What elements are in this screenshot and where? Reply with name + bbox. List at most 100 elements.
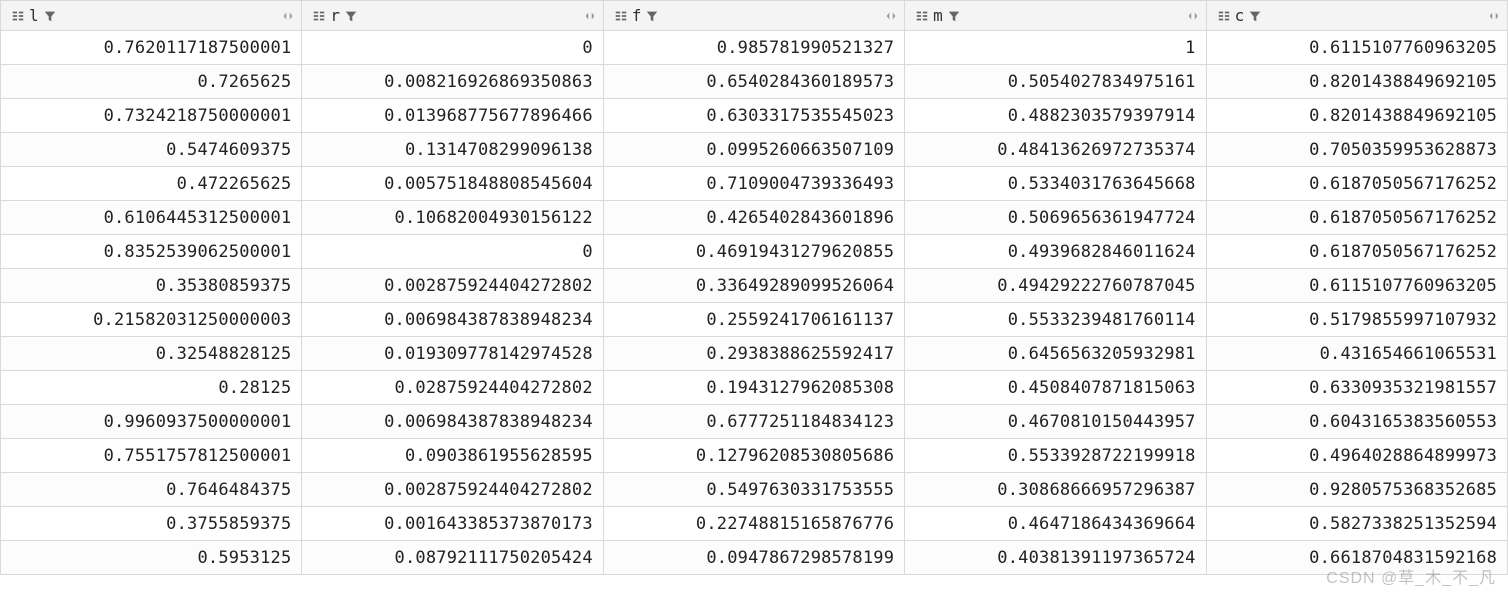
- cell[interactable]: 0.35380859375: [1, 269, 302, 303]
- cell[interactable]: 0.5069656361947724: [905, 201, 1206, 235]
- cell[interactable]: 0.2559241706161137: [603, 303, 904, 337]
- cell[interactable]: 0.5054027834975161: [905, 65, 1206, 99]
- table-row[interactable]: 0.353808593750.0028759244042728020.33649…: [1, 269, 1508, 303]
- cell[interactable]: 0.10682004930156122: [302, 201, 603, 235]
- cell[interactable]: 0.49429222760787045: [905, 269, 1206, 303]
- table-row[interactable]: 0.215820312500000030.0069843878389482340…: [1, 303, 1508, 337]
- table-row[interactable]: 0.281250.028759244042728020.194312796208…: [1, 371, 1508, 405]
- cell[interactable]: 0.006984387838948234: [302, 405, 603, 439]
- cell[interactable]: 0.4670810150443957: [905, 405, 1206, 439]
- cell[interactable]: 0.002875924404272802: [302, 269, 603, 303]
- cell[interactable]: 0.6187050567176252: [1206, 201, 1507, 235]
- cell[interactable]: 0.9960937500000001: [1, 405, 302, 439]
- cell[interactable]: 0.6187050567176252: [1206, 167, 1507, 201]
- cell[interactable]: 0.3755859375: [1, 507, 302, 541]
- column-resize-icon[interactable]: [1487, 9, 1501, 23]
- cell[interactable]: 0.32548828125: [1, 337, 302, 371]
- cell[interactable]: 0.8352539062500001: [1, 235, 302, 269]
- cell[interactable]: 0.7109004739336493: [603, 167, 904, 201]
- cell[interactable]: 0.5474609375: [1, 133, 302, 167]
- cell[interactable]: 0.7265625: [1, 65, 302, 99]
- cell[interactable]: 0.002875924404272802: [302, 473, 603, 507]
- table-row[interactable]: 0.54746093750.13147082990961380.09952606…: [1, 133, 1508, 167]
- cell[interactable]: 0.40381391197365724: [905, 541, 1206, 575]
- cell[interactable]: 0.7646484375: [1, 473, 302, 507]
- cell[interactable]: 0.9280575368352685: [1206, 473, 1507, 507]
- cell[interactable]: 0.4265402843601896: [603, 201, 904, 235]
- cell[interactable]: 0: [302, 235, 603, 269]
- cell[interactable]: 0.5533239481760114: [905, 303, 1206, 337]
- column-header-f[interactable]: f: [603, 1, 904, 31]
- cell[interactable]: 0.5533928722199918: [905, 439, 1206, 473]
- cell[interactable]: 0.7324218750000001: [1, 99, 302, 133]
- column-header-m[interactable]: m: [905, 1, 1206, 31]
- cell[interactable]: 0.472265625: [1, 167, 302, 201]
- table-row[interactable]: 0.61064453125000010.106820049301561220.4…: [1, 201, 1508, 235]
- cell[interactable]: 0.5334031763645668: [905, 167, 1206, 201]
- cell[interactable]: 0.8201438849692105: [1206, 99, 1507, 133]
- cell[interactable]: 0.006984387838948234: [302, 303, 603, 337]
- cell[interactable]: 0.6187050567176252: [1206, 235, 1507, 269]
- cell[interactable]: 0.08792111750205424: [302, 541, 603, 575]
- column-resize-icon[interactable]: [583, 9, 597, 23]
- cell[interactable]: 0.48413626972735374: [905, 133, 1206, 167]
- cell[interactable]: 0.008216926869350863: [302, 65, 603, 99]
- cell[interactable]: 0.6456563205932981: [905, 337, 1206, 371]
- table-row[interactable]: 0.37558593750.0016433853738701730.227488…: [1, 507, 1508, 541]
- cell[interactable]: 0.6303317535545023: [603, 99, 904, 133]
- table-row[interactable]: 0.4722656250.0057518488085456040.7109004…: [1, 167, 1508, 201]
- cell[interactable]: 0.7050359953628873: [1206, 133, 1507, 167]
- cell[interactable]: 0.6618704831592168: [1206, 541, 1507, 575]
- cell[interactable]: 0.46919431279620855: [603, 235, 904, 269]
- cell[interactable]: 0.5953125: [1, 541, 302, 575]
- cell[interactable]: 0.12796208530805686: [603, 439, 904, 473]
- table-row[interactable]: 0.762011718750000100.98578199052132710.6…: [1, 31, 1508, 65]
- cell[interactable]: 0.1314708299096138: [302, 133, 603, 167]
- cell[interactable]: 0.02875924404272802: [302, 371, 603, 405]
- filter-icon[interactable]: [645, 9, 659, 23]
- column-header-l[interactable]: l: [1, 1, 302, 31]
- column-header-r[interactable]: r: [302, 1, 603, 31]
- column-header-c[interactable]: c: [1206, 1, 1507, 31]
- table-row[interactable]: 0.325488281250.0193097781429745280.29383…: [1, 337, 1508, 371]
- table-row[interactable]: 0.75517578125000010.09038619556285950.12…: [1, 439, 1508, 473]
- column-resize-icon[interactable]: [281, 9, 295, 23]
- cell[interactable]: 0.5827338251352594: [1206, 507, 1507, 541]
- cell[interactable]: 0.019309778142974528: [302, 337, 603, 371]
- cell[interactable]: 0.5497630331753555: [603, 473, 904, 507]
- cell[interactable]: 0.1943127962085308: [603, 371, 904, 405]
- cell[interactable]: 0.985781990521327: [603, 31, 904, 65]
- cell[interactable]: 0.28125: [1, 371, 302, 405]
- column-resize-icon[interactable]: [884, 9, 898, 23]
- filter-icon[interactable]: [43, 9, 57, 23]
- cell[interactable]: 0.2938388625592417: [603, 337, 904, 371]
- cell[interactable]: 0.30868666957296387: [905, 473, 1206, 507]
- cell[interactable]: 0: [302, 31, 603, 65]
- table-row[interactable]: 0.76464843750.0028759244042728020.549763…: [1, 473, 1508, 507]
- cell[interactable]: 0.21582031250000003: [1, 303, 302, 337]
- cell[interactable]: 0.6540284360189573: [603, 65, 904, 99]
- cell[interactable]: 0.0947867298578199: [603, 541, 904, 575]
- cell[interactable]: 0.6115107760963205: [1206, 269, 1507, 303]
- cell[interactable]: 0.4882303579397914: [905, 99, 1206, 133]
- column-resize-icon[interactable]: [1186, 9, 1200, 23]
- cell[interactable]: 0.7620117187500001: [1, 31, 302, 65]
- cell[interactable]: 0.0903861955628595: [302, 439, 603, 473]
- filter-icon[interactable]: [344, 9, 358, 23]
- table-row[interactable]: 0.72656250.0082169268693508630.654028436…: [1, 65, 1508, 99]
- cell[interactable]: 0.6115107760963205: [1206, 31, 1507, 65]
- cell[interactable]: 0.6043165383560553: [1206, 405, 1507, 439]
- table-row[interactable]: 0.99609375000000010.0069843878389482340.…: [1, 405, 1508, 439]
- cell[interactable]: 0.4647186434369664: [905, 507, 1206, 541]
- cell[interactable]: 0.6330935321981557: [1206, 371, 1507, 405]
- cell[interactable]: 0.001643385373870173: [302, 507, 603, 541]
- cell[interactable]: 0.013968775677896466: [302, 99, 603, 133]
- cell[interactable]: 0.005751848808545604: [302, 167, 603, 201]
- table-row[interactable]: 0.835253906250000100.46919431279620855 0.…: [1, 235, 1508, 269]
- table-row[interactable]: 0.73242187500000010.0139687756778964660.…: [1, 99, 1508, 133]
- table-row[interactable]: 0.59531250.087921117502054240.0947867298…: [1, 541, 1508, 575]
- cell[interactable]: 0.6777251184834123: [603, 405, 904, 439]
- cell[interactable]: 0.4508407871815063: [905, 371, 1206, 405]
- cell[interactable]: 0.0995260663507109: [603, 133, 904, 167]
- filter-icon[interactable]: [947, 9, 961, 23]
